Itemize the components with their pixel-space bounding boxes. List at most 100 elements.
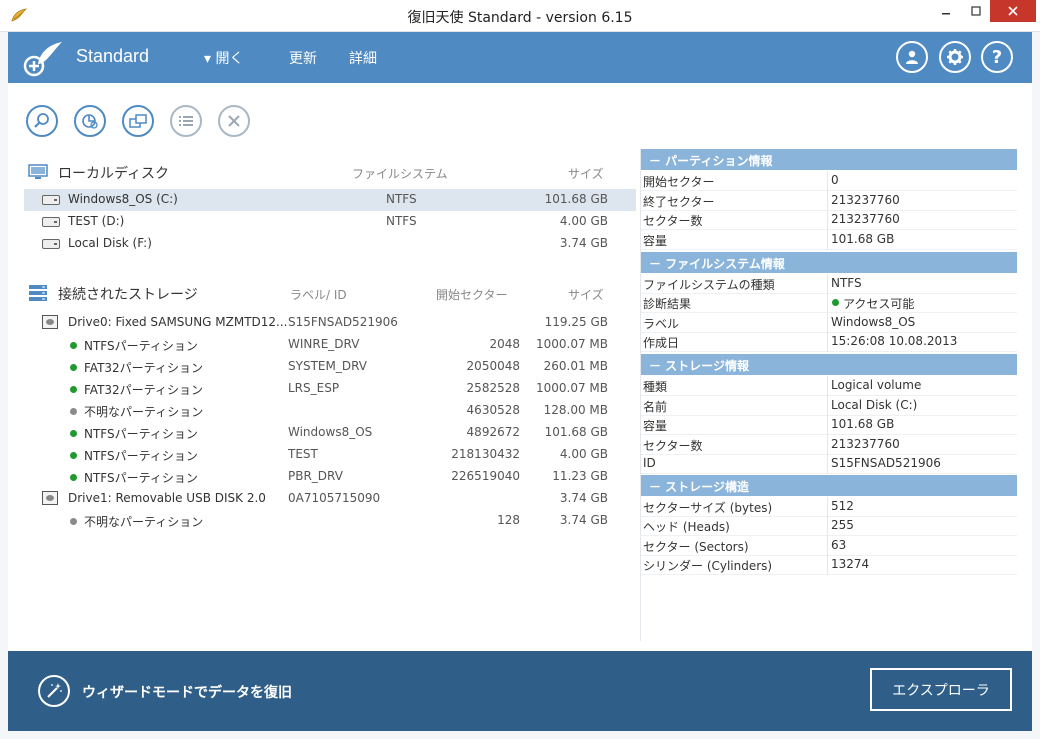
info-row: セクター (Sectors) 63 xyxy=(641,535,1017,556)
refresh-menu[interactable]: 更新 xyxy=(289,48,317,68)
column-divider xyxy=(827,273,828,294)
info-row: セクター数 213237760 xyxy=(641,434,1017,455)
info-section-header[interactable]: － パーティション情報 xyxy=(641,149,1017,170)
drive-icon xyxy=(42,315,58,329)
local-disk-row[interactable]: TEST (D:) NTFS 4.00 GB xyxy=(24,211,636,233)
partition-row[interactable]: 不明なパーティション 4630528 128.00 MB xyxy=(24,400,636,422)
title-bar: 復旧天使 Standard - version 6.15 xyxy=(0,0,1040,32)
info-row: セクター数 213237760 xyxy=(641,210,1017,230)
size: 3.74 GB xyxy=(559,491,608,505)
drive-name: Drive0: Fixed SAMSUNG MZMTD12... xyxy=(68,315,288,329)
start-sector: 2050048 xyxy=(466,359,520,373)
size: 3.74 GB xyxy=(559,513,608,527)
col-start-sector: 開始セクター xyxy=(436,288,508,302)
local-disk-row[interactable]: Local Disk (F:) 3.74 GB xyxy=(24,233,636,255)
info-row: 名前 Local Disk (C:) xyxy=(641,395,1017,416)
hard-disk-icon xyxy=(42,239,60,249)
info-key: セクターサイズ (bytes) xyxy=(643,500,773,515)
info-value: NTFS xyxy=(831,275,862,290)
label-id: TEST xyxy=(288,447,318,461)
disk-size: 3.74 GB xyxy=(559,236,608,250)
column-divider xyxy=(827,312,828,333)
info-row: ヘッド (Heads) 255 xyxy=(641,516,1017,536)
info-value: 15:26:08 10.08.2013 xyxy=(831,334,958,348)
minimize-icon xyxy=(942,13,950,15)
drive-icon xyxy=(42,491,58,505)
start-sector: 226519040 xyxy=(451,469,520,483)
column-divider xyxy=(827,293,828,313)
wizard-label[interactable]: ウィザードモードでデータを復旧 xyxy=(82,682,292,702)
start-sector: 218130432 xyxy=(451,447,520,461)
partition-row[interactable]: NTFSパーティション WINRE_DRV 2048 1000.07 MB xyxy=(24,334,636,356)
user-icon xyxy=(906,50,918,64)
label-id: 0A7105715090 xyxy=(288,491,381,505)
partition-row[interactable]: FAT32パーティション SYSTEM_DRV 2050048 260.01 MB xyxy=(24,356,636,378)
info-section-header[interactable]: － ストレージ情報 xyxy=(641,354,1017,375)
list-button[interactable] xyxy=(170,105,202,137)
partition-row[interactable]: FAT32パーティション LRS_ESP 2582528 1000.07 MB xyxy=(24,378,636,400)
info-section-header[interactable]: － ストレージ構造 xyxy=(641,474,1017,496)
status-dot-icon xyxy=(70,452,77,459)
drive-name: Drive1: Removable USB DISK 2.0 xyxy=(68,491,266,505)
footer-bar: ウィザードモードでデータを復旧 エクスプローラ xyxy=(8,651,1032,731)
monitor-icon xyxy=(28,164,48,179)
partition-row[interactable]: NTFSパーティション PBR_DRV 226519040 11.23 GB xyxy=(24,466,636,488)
start-sector: 2048 xyxy=(489,337,520,351)
size: 101.68 GB xyxy=(544,425,608,439)
cancel-button[interactable] xyxy=(218,105,250,137)
search-button[interactable] xyxy=(26,105,58,137)
info-key: 開始セクター xyxy=(643,175,715,189)
size: 119.25 GB xyxy=(544,315,608,329)
minimize-button[interactable] xyxy=(932,0,960,22)
partition-row[interactable]: 不明なパーティション 128 3.74 GB xyxy=(24,510,636,532)
disk-name: Local Disk (F:) xyxy=(68,236,152,250)
column-divider xyxy=(827,190,828,211)
info-value: 101.68 GB xyxy=(831,231,895,246)
drive-row[interactable]: Drive1: Removable USB DISK 2.0 0A71057150… xyxy=(24,488,636,510)
close-icon xyxy=(228,115,240,127)
size: 260.01 MB xyxy=(543,359,608,373)
label-id: SYSTEM_DRV xyxy=(288,359,367,373)
label-id: LRS_ESP xyxy=(288,381,340,395)
close-window-button[interactable] xyxy=(990,0,1036,22)
info-key: 容量 xyxy=(643,233,668,248)
info-section-header[interactable]: － ファイルシステム情報 xyxy=(641,251,1017,273)
info-row: ID S15FNSAD521906 xyxy=(641,454,1017,474)
start-sector: 2582528 xyxy=(466,381,520,395)
storage-title: 接続されたストレージ xyxy=(58,287,198,303)
search-icon xyxy=(34,113,49,128)
col-label-id: ラベル/ ID xyxy=(290,288,347,302)
main-panel: ローカルディスク ファイルシステム サイズ Windows8_OS (C:) N… xyxy=(8,83,1032,651)
wizard-button[interactable] xyxy=(38,675,70,707)
explorer-button[interactable]: エクスプローラ xyxy=(870,668,1012,711)
local-disk-row[interactable]: Windows8_OS (C:) NTFS 101.68 GB xyxy=(24,189,636,211)
info-key: ファイルシステムの種類 xyxy=(643,277,775,292)
pie-chart-icon xyxy=(82,114,98,129)
info-row: ファイルシステムの種類 NTFS xyxy=(641,273,1017,294)
magic-wand-icon xyxy=(47,683,62,698)
maximize-button[interactable] xyxy=(962,0,990,22)
account-button[interactable] xyxy=(896,41,928,73)
info-row: 終了セクター 213237760 xyxy=(641,190,1017,211)
help-button[interactable]: ? xyxy=(981,41,1013,73)
gear-icon xyxy=(947,49,963,65)
info-value: 213237760 xyxy=(831,436,900,451)
info-panel: － パーティション情報 開始セクター 0 終了セクター 213237760 セクター数 21… xyxy=(640,149,1017,641)
settings-button[interactable] xyxy=(939,41,971,73)
scan-button[interactable] xyxy=(74,105,106,137)
info-row: ラベル Windows8_OS xyxy=(641,312,1017,333)
image-button[interactable] xyxy=(122,105,154,137)
info-key: シリンダー (Cylinders) xyxy=(643,559,773,573)
status-dot-icon xyxy=(70,386,77,393)
detail-menu[interactable]: 詳細 xyxy=(349,48,377,68)
partition-name: 不明なパーティション xyxy=(84,515,204,529)
size: 4.00 GB xyxy=(559,447,608,461)
info-value: アクセス可能 xyxy=(843,297,915,311)
disk-fs: NTFS xyxy=(386,214,417,228)
partition-row[interactable]: NTFSパーティション TEST 218130432 4.00 GB xyxy=(24,444,636,466)
open-menu[interactable]: ▾ 開く xyxy=(204,48,243,68)
drive-row[interactable]: Drive0: Fixed SAMSUNG MZMTD12... S15FNSAD… xyxy=(24,312,636,334)
info-value: 213237760 xyxy=(831,212,900,226)
partition-row[interactable]: NTFSパーティション Windows8_OS 4892672 101.68 GB xyxy=(24,422,636,444)
status-dot-icon xyxy=(70,518,77,525)
